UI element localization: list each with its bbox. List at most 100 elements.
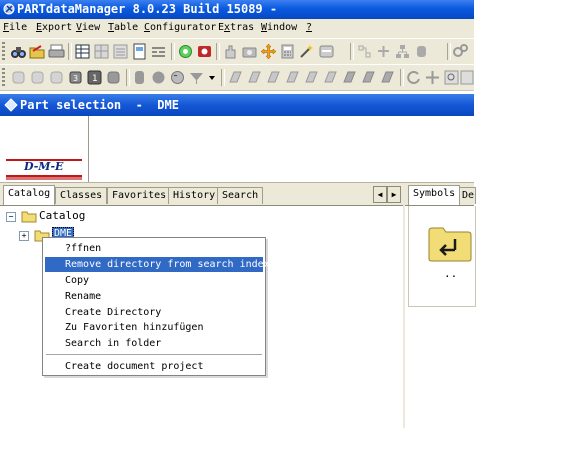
view-1-icon[interactable]: 1 — [86, 69, 103, 86]
menu-item-create-document-project[interactable]: Create document project — [45, 359, 263, 374]
sphere-icon[interactable] — [150, 69, 167, 86]
cylinder-icon[interactable] — [413, 43, 430, 60]
record-icon[interactable] — [196, 43, 213, 60]
part-selection-caption: Part selection - DME — [0, 94, 474, 116]
symbols-view: .. — [408, 206, 476, 307]
tab-favorites[interactable]: Favorites — [107, 187, 172, 204]
toolbar-separator — [126, 69, 130, 86]
part-selection-title: Part selection - DME — [20, 98, 179, 112]
binoculars-icon[interactable] — [10, 43, 27, 60]
main-toolbar — [0, 38, 474, 65]
tab-classes[interactable]: Classes — [55, 187, 108, 204]
window-icon[interactable] — [318, 43, 335, 60]
gears-icon[interactable] — [452, 43, 469, 60]
title-bar: PARTdataManager 8.0.23 Build 15089 - — [0, 0, 474, 19]
toolbar-separator — [447, 43, 451, 60]
shape-7-icon[interactable] — [341, 69, 358, 86]
list-view-icon[interactable] — [112, 43, 129, 60]
context-menu: ?ffnen Remove directory from search inde… — [42, 237, 270, 376]
layout-icon[interactable] — [150, 43, 167, 60]
tab-catalog[interactable]: Catalog — [3, 185, 56, 205]
move-icon[interactable] — [260, 43, 277, 60]
toolbar-separator — [350, 43, 354, 60]
zoom-window-icon[interactable] — [443, 69, 460, 86]
menu-help[interactable]: ? — [306, 22, 312, 33]
shape-3-icon[interactable] — [265, 69, 282, 86]
shape-5-icon[interactable] — [303, 69, 320, 86]
tree-root-expander[interactable]: − — [6, 212, 16, 222]
svg-text:1: 1 — [92, 74, 98, 84]
menu-item-copy[interactable]: Copy — [45, 273, 263, 288]
tab-scroll-right-button[interactable]: ▶ — [387, 186, 401, 203]
cube-solid-icon[interactable] — [105, 69, 122, 86]
tab-search[interactable]: Search — [217, 187, 264, 204]
menu-configurator[interactable]: Configurator — [144, 22, 216, 33]
refresh-icon[interactable] — [177, 43, 194, 60]
menu-table[interactable]: Table — [108, 22, 138, 33]
catalog-logo-strip: D-M-E — [0, 116, 474, 183]
catalog-folder-icon — [21, 211, 37, 223]
menu-item-rename[interactable]: Rename — [45, 289, 263, 304]
shape-9-icon[interactable] — [379, 69, 396, 86]
menu-bar: File Export View Table Configurator Extr… — [0, 19, 474, 38]
toolbar-grip[interactable] — [2, 68, 5, 87]
hierarchy-icon[interactable] — [394, 43, 411, 60]
shape-4-icon[interactable] — [284, 69, 301, 86]
parent-folder-icon[interactable] — [428, 226, 472, 262]
cylinder-view-icon[interactable] — [131, 69, 148, 86]
toolbar-separator — [68, 43, 72, 60]
tab-history[interactable]: History — [168, 187, 221, 204]
calculator-icon[interactable] — [279, 43, 296, 60]
filter-icon[interactable] — [188, 69, 205, 86]
menu-export[interactable]: Export — [36, 22, 72, 33]
svg-text:3: 3 — [73, 74, 78, 83]
cube-right-icon[interactable] — [29, 69, 46, 86]
chevron-down-icon[interactable] — [207, 69, 217, 86]
grid-view-icon[interactable] — [93, 43, 110, 60]
shape-6-icon[interactable] — [322, 69, 339, 86]
pan-icon[interactable] — [424, 69, 441, 86]
menu-item-create-directory[interactable]: Create Directory — [45, 305, 263, 320]
rotate-icon[interactable] — [405, 69, 422, 86]
open-folder-icon[interactable] — [29, 43, 46, 60]
hand-icon[interactable] — [222, 43, 239, 60]
view-3-icon[interactable]: 3 — [67, 69, 84, 86]
cube-top-icon[interactable] — [48, 69, 65, 86]
print-icon[interactable] — [48, 43, 65, 60]
shape-2-icon[interactable] — [246, 69, 263, 86]
toolbar-separator — [221, 69, 225, 86]
menu-item-search-in-folder[interactable]: Search in folder — [45, 336, 263, 351]
cube-left-icon[interactable] — [10, 69, 27, 86]
document-icon[interactable] — [131, 43, 148, 60]
toolbar-grip[interactable] — [2, 42, 5, 61]
tab-scroll-left-button[interactable]: ◀ — [373, 186, 387, 203]
tab-symbols[interactable]: Symbols — [408, 185, 461, 205]
magic-wand-icon[interactable] — [298, 43, 315, 60]
toolbar-separator — [171, 43, 175, 60]
menu-extras[interactable]: Extras — [218, 22, 254, 33]
view-toolbar: 3 1 — [0, 64, 474, 91]
table-view-icon[interactable] — [74, 43, 91, 60]
menu-view[interactable]: View — [76, 22, 100, 33]
shape-1-icon[interactable] — [227, 69, 244, 86]
camera-icon[interactable] — [241, 43, 258, 60]
zoom-fit-icon[interactable] — [460, 69, 474, 86]
menu-item-add-favorites[interactable]: Zu Favoriten hinzufügen — [45, 320, 263, 335]
menu-item-open[interactable]: ?ffnen — [45, 241, 263, 256]
tree-dme-expander[interactable]: + — [19, 231, 29, 241]
menu-window[interactable]: Window — [261, 22, 297, 33]
symbols-pane: Symbols De .. — [405, 183, 476, 428]
part-selection-icon — [4, 98, 18, 112]
menu-file[interactable]: File — [3, 22, 27, 33]
shape-8-icon[interactable] — [360, 69, 377, 86]
dme-logo-frame: D-M-E — [0, 116, 89, 182]
partdatamanager-app-icon — [3, 3, 15, 15]
dme-logo-text: D-M-E — [24, 160, 64, 173]
assembly-icon[interactable] — [356, 43, 373, 60]
tree-root-label[interactable]: Catalog — [39, 209, 85, 222]
tab-details[interactable]: De — [459, 187, 476, 204]
render-icon[interactable] — [169, 69, 186, 86]
connect-icon[interactable] — [375, 43, 392, 60]
menu-separator — [46, 354, 262, 355]
menu-item-remove-from-index[interactable]: Remove directory from search index — [45, 257, 270, 272]
